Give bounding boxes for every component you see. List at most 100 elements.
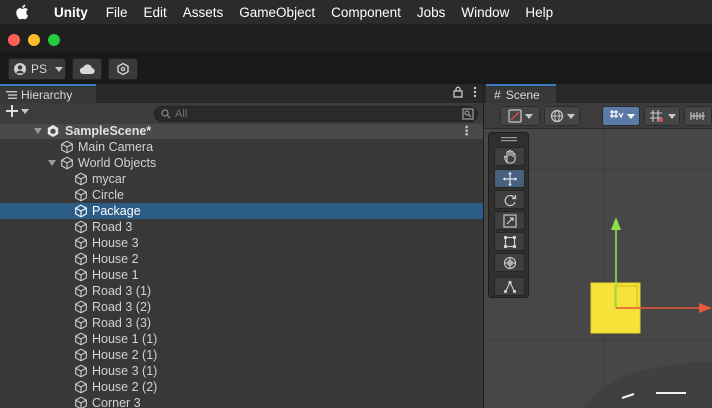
zoom-window-button[interactable] [48,34,60,46]
collab-button[interactable] [108,58,138,80]
hierarchy-row-label: Package [92,204,141,218]
hierarchy-row[interactable]: Road 3 (1) [0,283,483,299]
hierarchy-row-label: House 3 (1) [92,364,158,378]
rect-tool-button[interactable] [494,232,525,251]
gameobject-cube-icon [75,380,87,394]
account-label: PS [31,62,48,76]
hierarchy-row[interactable]: House 3 (1) [0,363,483,379]
hierarchy-row[interactable]: Main Camera [0,139,483,155]
rotate-icon [504,194,516,206]
scene-row[interactable]: SampleScene* ⋮ [0,124,483,139]
hierarchy-row-label: House 2 (2) [92,380,158,394]
y-axis-arrow-icon[interactable] [611,217,621,230]
hierarchy-row-label: Circle [92,188,124,202]
gameobject-cube-icon [75,236,87,250]
expand-arrow-icon[interactable] [34,128,42,134]
more-options-icon[interactable]: ⋮ [461,124,474,139]
transform-tool-button[interactable] [494,253,525,272]
scene-panel: # Scene [484,84,712,408]
hierarchy-row[interactable]: House 1 (1) [0,331,483,347]
grid-snapping-dropdown[interactable] [644,106,680,126]
search-input[interactable] [175,108,435,120]
chevron-down-icon [55,66,64,72]
search-filter-icon[interactable] [462,108,474,120]
menu-window[interactable]: Window [453,5,517,20]
hierarchy-row[interactable]: Road 3 [0,219,483,235]
orientation-dropdown[interactable] [544,106,580,126]
lock-icon[interactable] [453,86,463,98]
hierarchy-row[interactable]: House 3 [0,235,483,251]
gameobject-cube-icon [75,348,87,362]
hierarchy-row[interactable]: House 2 [0,251,483,267]
tab-scene-label: Scene [505,87,540,102]
hierarchy-row[interactable]: Circle [0,187,483,203]
increment-snapping-button[interactable] [684,106,712,126]
collab-icon [117,62,129,76]
tools-overlay [488,132,529,298]
hierarchy-row-label: Main Camera [78,140,154,154]
gameobject-cube-icon [75,220,87,234]
scale-tool-button[interactable] [494,211,525,230]
menu-bar: Unity File Edit Assets GameObject Compon… [0,0,712,24]
hierarchy-tree: SampleScene* ⋮ Main Camera World Objects m… [0,124,483,408]
account-icon [14,63,26,75]
gameobject-cube-icon [75,268,87,282]
hierarchy-row-label: Road 3 (3) [92,316,152,330]
cloud-icon [79,64,95,75]
hierarchy-search[interactable] [154,106,478,122]
close-window-button[interactable] [8,34,20,46]
rotate-tool-button[interactable] [494,190,525,209]
hierarchy-row[interactable]: mycar [0,171,483,187]
hierarchy-row[interactable]: House 2 (2) [0,379,483,395]
chevron-down-icon [566,113,575,119]
hierarchy-row[interactable]: House 2 (1) [0,347,483,363]
account-dropdown[interactable]: PS [8,58,66,80]
menu-edit[interactable]: Edit [136,5,175,20]
cloud-button[interactable] [72,58,102,80]
hierarchy-toolbar [0,103,483,125]
hierarchy-row[interactable]: Road 3 (2) [0,299,483,315]
shading-mode-icon [507,109,522,123]
menu-gameobject[interactable]: GameObject [231,5,323,20]
menu-unity[interactable]: Unity [44,5,98,20]
expand-arrow-icon[interactable] [48,160,56,166]
move-tool-button[interactable] [494,169,525,188]
hierarchy-row-label: Road 3 (2) [92,300,152,314]
more-options-icon[interactable] [473,86,477,98]
ruler-icon [690,112,705,120]
apple-menu-icon[interactable] [0,4,44,20]
menu-component[interactable]: Component [323,5,409,20]
tab-scene[interactable]: # Scene [486,84,556,103]
plus-icon [6,105,18,117]
custom-tool-button[interactable] [494,277,525,296]
toggle-tool-handle-button[interactable] [602,106,640,126]
scene-tab-bar: # Scene [484,84,712,103]
menu-jobs[interactable]: Jobs [409,5,454,20]
hierarchy-row-label: mycar [92,172,127,186]
gameobject-cube-icon [61,140,73,154]
draw-mode-dropdown[interactable] [500,106,540,126]
gameobject-cube-icon [75,316,87,330]
globe-icon [550,109,563,123]
pivot-icon [609,110,624,119]
tab-hierarchy[interactable]: Hierarchy [0,84,96,103]
hierarchy-row[interactable]: Corner 3 [0,395,483,408]
hierarchy-row[interactable]: House 1 [0,267,483,283]
main-toolbar: PS [0,54,712,84]
create-button[interactable] [6,105,29,117]
hierarchy-row[interactable]: Package [0,203,483,219]
tab-hierarchy-label: Hierarchy [21,87,73,102]
menu-help[interactable]: Help [517,5,561,20]
hierarchy-row[interactable]: Road 3 (3) [0,315,483,331]
grid-snap-icon [649,110,663,122]
window-title-bar [0,24,712,54]
x-axis-arrow-icon[interactable] [699,303,712,313]
menu-assets[interactable]: Assets [175,5,232,20]
hierarchy-row[interactable]: World Objects [0,155,483,171]
menu-file[interactable]: File [98,5,136,20]
hand-tool-button[interactable] [494,147,525,166]
minimize-window-button[interactable] [28,34,40,46]
drag-handle-icon[interactable] [501,137,517,143]
gameobject-cube-icon [75,172,87,186]
gameobject-cube-icon [75,252,87,266]
